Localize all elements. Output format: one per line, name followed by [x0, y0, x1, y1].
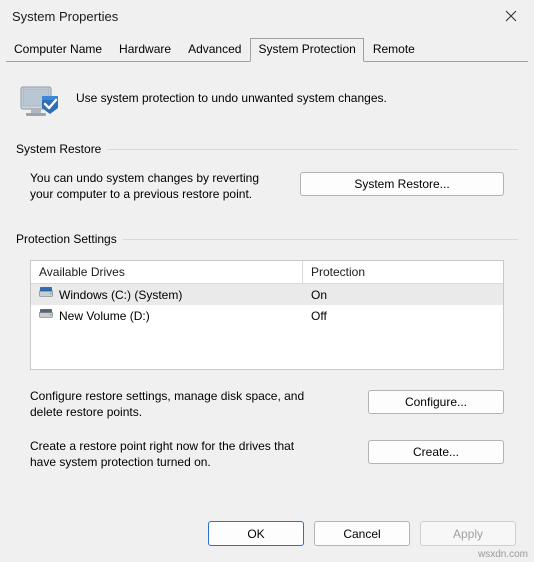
- tab-remote[interactable]: Remote: [365, 38, 423, 62]
- available-drives-list[interactable]: Available Drives Protection Windows (C:)…: [30, 260, 504, 370]
- protection-settings-body: Available Drives Protection Windows (C:)…: [16, 246, 518, 470]
- drive-cell: New Volume (D:): [31, 308, 303, 323]
- system-restore-button[interactable]: System Restore...: [300, 172, 504, 196]
- tab-computer-name[interactable]: Computer Name: [6, 38, 110, 62]
- table-row[interactable]: Windows (C:) (System) On: [31, 284, 503, 305]
- system-restore-row: You can undo system changes by reverting…: [30, 170, 504, 202]
- column-protection[interactable]: Protection: [303, 261, 503, 283]
- column-available-drives[interactable]: Available Drives: [31, 261, 303, 283]
- table-row[interactable]: New Volume (D:) Off: [31, 305, 503, 326]
- intro-text: Use system protection to undo unwanted s…: [76, 91, 387, 105]
- system-properties-window: System Properties Computer Name Hardware…: [0, 0, 534, 562]
- tab-system-protection[interactable]: System Protection: [250, 38, 364, 62]
- create-description: Create a restore point right now for the…: [30, 438, 294, 470]
- windows-drive-icon: [39, 287, 53, 302]
- ok-button[interactable]: OK: [208, 521, 304, 546]
- cancel-button[interactable]: Cancel: [314, 521, 410, 546]
- tab-strip: Computer Name Hardware Advanced System P…: [6, 38, 534, 62]
- drive-cell: Windows (C:) (System): [31, 287, 303, 302]
- drive-icon: [39, 308, 53, 323]
- group-divider: [107, 148, 518, 150]
- group-divider: [122, 238, 518, 240]
- configure-description: Configure restore settings, manage disk …: [30, 388, 304, 420]
- system-restore-group: System Restore You can undo system chang…: [16, 142, 518, 202]
- create-button[interactable]: Create...: [368, 440, 504, 464]
- drive-name: New Volume (D:): [59, 308, 150, 323]
- tab-advanced[interactable]: Advanced: [180, 38, 249, 62]
- configure-description-line1: Configure restore settings, manage disk …: [30, 389, 305, 403]
- drive-protection-value: On: [311, 287, 328, 302]
- intro-section: Use system protection to undo unwanted s…: [16, 78, 518, 124]
- watermark: wsxdn.com: [477, 549, 528, 560]
- close-icon[interactable]: [488, 0, 534, 32]
- apply-button[interactable]: Apply: [420, 521, 516, 546]
- system-restore-description-line2: your computer to a previous restore poin…: [30, 187, 253, 201]
- create-description-line1: Create a restore point right now for the…: [30, 439, 295, 453]
- create-row: Create a restore point right now for the…: [30, 438, 504, 470]
- window-title: System Properties: [12, 8, 119, 24]
- tab-hardware[interactable]: Hardware: [111, 38, 179, 62]
- configure-row: Configure restore settings, manage disk …: [30, 388, 504, 420]
- configure-button[interactable]: Configure...: [368, 390, 504, 414]
- system-restore-group-label: System Restore: [16, 142, 102, 156]
- tab-content: Use system protection to undo unwanted s…: [0, 78, 534, 470]
- drive-protection-value: Off: [311, 308, 327, 323]
- system-restore-body: You can undo system changes by reverting…: [16, 156, 518, 202]
- system-restore-description: You can undo system changes by reverting…: [30, 170, 259, 202]
- protection-settings-group: Protection Settings Available Drives Pro…: [16, 232, 518, 470]
- system-restore-description-line1: You can undo system changes by reverting: [30, 171, 260, 185]
- create-description-line2: have system protection turned on.: [30, 455, 211, 469]
- configure-description-line2: delete restore points.: [30, 405, 143, 419]
- title-bar: System Properties: [0, 0, 534, 32]
- drive-name: Windows (C:) (System): [59, 287, 183, 302]
- drives-list-header: Available Drives Protection: [31, 261, 503, 284]
- system-restore-group-header: System Restore: [16, 142, 518, 156]
- protection-settings-group-label: Protection Settings: [16, 232, 117, 246]
- dialog-footer: OK Cancel Apply: [0, 521, 534, 546]
- protection-settings-group-header: Protection Settings: [16, 232, 518, 246]
- system-protection-icon: [18, 78, 64, 124]
